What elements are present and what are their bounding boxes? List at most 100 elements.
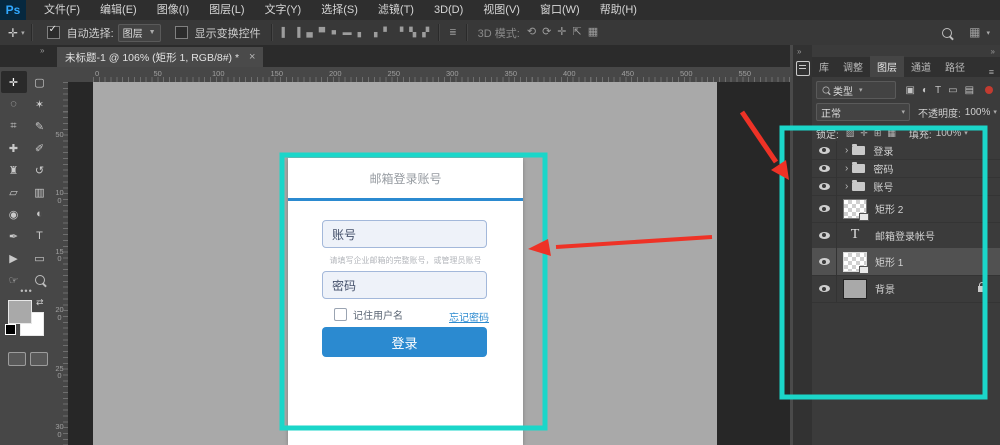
chevron-down-icon[interactable]: ▾ <box>993 108 997 116</box>
layer-row-矩形 1[interactable]: 矩形 1 <box>812 248 1000 276</box>
3d-mode-icon-3[interactable]: ⇱ <box>573 21 582 44</box>
layer-row-登录[interactable]: ›登录 <box>812 141 1000 160</box>
visibility-cell[interactable] <box>812 248 837 275</box>
align-icon-9[interactable]: ▝ <box>396 21 403 44</box>
text-layer-icon[interactable]: T <box>843 227 867 243</box>
gradient-tool[interactable]: ▥ <box>27 181 53 203</box>
filter-type-dropdown[interactable]: 类型 ▾ <box>816 81 896 99</box>
menu-item-7[interactable]: 3D(D) <box>424 0 473 20</box>
menu-item-2[interactable]: 图像(I) <box>147 0 199 20</box>
visibility-cell[interactable] <box>812 159 837 177</box>
menu-item-0[interactable]: 文件(F) <box>34 0 90 20</box>
workspace-icon[interactable]: ▦ <box>969 21 980 44</box>
visibility-cell[interactable] <box>812 275 837 302</box>
eye-icon[interactable] <box>819 147 830 154</box>
menu-item-10[interactable]: 帮助(H) <box>590 0 647 20</box>
expand-chevron-icon[interactable]: › <box>845 145 848 156</box>
eraser-tool[interactable]: ▱ <box>1 181 27 203</box>
filter-icon-4[interactable]: ▤ <box>965 85 974 96</box>
default-colors-icon[interactable] <box>5 324 16 335</box>
collapse-panel-icon[interactable]: » <box>40 46 44 55</box>
align-icon-3[interactable]: ▀ <box>319 21 325 44</box>
align-icon-7[interactable]: ▗ <box>371 21 378 44</box>
align-icon-2[interactable]: ▄ <box>306 21 312 44</box>
move-tool[interactable]: ✛ <box>1 71 27 93</box>
visibility-cell[interactable] <box>812 141 837 159</box>
panel-tab-库[interactable]: 库 <box>812 56 836 77</box>
3d-mode-icon-2[interactable]: ✛ <box>557 21 566 44</box>
eye-icon[interactable] <box>819 232 830 239</box>
panel-tab-通道[interactable]: 通道 <box>904 56 938 77</box>
lock-icon-3[interactable]: ▦ <box>887 128 896 139</box>
screen-mode-button[interactable] <box>30 352 48 366</box>
align-icon-11[interactable]: ▞ <box>422 21 429 44</box>
foreground-color[interactable] <box>8 300 32 324</box>
healing-brush-tool[interactable]: ✚ <box>1 137 27 159</box>
filter-icon-1[interactable]: ◐ <box>922 85 928 96</box>
eye-icon[interactable] <box>819 258 830 265</box>
align-icon-4[interactable]: ■ <box>331 21 336 44</box>
3d-mode-icon-1[interactable]: ⟳ <box>542 21 551 44</box>
background-thumbnail[interactable] <box>843 279 867 299</box>
lock-icon-0[interactable]: ▨ <box>846 128 855 139</box>
eye-icon[interactable] <box>819 285 830 292</box>
swap-colors-icon[interactable]: ⇄ <box>36 297 44 308</box>
shape-tool[interactable]: ▭ <box>27 247 53 269</box>
clone-stamp-tool[interactable]: ♜ <box>1 159 27 181</box>
layer-row-矩形 2[interactable]: 矩形 2 <box>812 195 1000 223</box>
tools-more[interactable]: ••• <box>0 285 53 297</box>
crop-tool[interactable]: ⌗ <box>1 115 27 137</box>
lasso-tool[interactable]: ◌ <box>1 93 27 115</box>
menu-item-9[interactable]: 窗口(W) <box>530 0 590 20</box>
visibility-cell[interactable] <box>812 222 837 248</box>
opacity-value[interactable]: 100% <box>965 107 991 118</box>
align-icon-5[interactable]: ▬ <box>343 21 352 44</box>
tool-preset-arrow[interactable]: ▾ <box>21 29 25 37</box>
expand-dock-icon[interactable]: » <box>797 47 801 56</box>
menu-item-3[interactable]: 图层(L) <box>199 0 254 20</box>
type-tool[interactable]: T <box>27 225 53 247</box>
eye-icon[interactable] <box>819 205 830 212</box>
filter-icon-0[interactable]: ▣ <box>906 85 915 96</box>
panel-tab-路径[interactable]: 路径 <box>938 56 972 77</box>
layer-row-背景[interactable]: 背景 <box>812 275 1000 303</box>
menu-item-1[interactable]: 编辑(E) <box>90 0 147 20</box>
search-icon[interactable] <box>942 28 952 38</box>
layer-row-密码[interactable]: ›密码 <box>812 159 1000 178</box>
eyedropper-tool[interactable]: ✎ <box>27 115 53 137</box>
panel-tab-图层[interactable]: 图层 <box>870 56 904 77</box>
document-tab[interactable]: 未标题-1 @ 106% (矩形 1, RGB/8#) * × <box>57 47 263 67</box>
distribute-icon[interactable]: ≣ <box>449 21 457 44</box>
pen-tool[interactable]: ✒ <box>1 225 27 247</box>
shape-thumbnail[interactable] <box>843 199 867 219</box>
visibility-cell[interactable] <box>812 177 837 195</box>
expand-chevron-icon[interactable]: › <box>845 163 848 174</box>
panel-tab-menu-icon[interactable]: ≡ <box>989 67 994 77</box>
history-panel-icon[interactable] <box>796 61 810 76</box>
visibility-cell[interactable] <box>812 195 837 222</box>
chevron-down-icon[interactable]: ▾ <box>964 129 968 137</box>
collapse-dock-icon[interactable]: » <box>991 47 995 56</box>
align-icon-1[interactable]: ▐ <box>294 21 300 44</box>
expand-chevron-icon[interactable]: › <box>845 181 848 192</box>
filter-icon-2[interactable]: T <box>935 85 941 96</box>
auto-select-dropdown[interactable]: 图层 ▼ <box>118 24 161 42</box>
brush-tool[interactable]: ✐ <box>27 137 53 159</box>
dodge-tool[interactable]: ◐ <box>27 203 53 225</box>
auto-select-checkbox[interactable] <box>47 26 60 39</box>
align-icon-6[interactable]: ▖ <box>358 21 365 44</box>
document-pane[interactable]: 邮箱登录账号 账号 请填写企业邮箱的完整账号，或管理员账号 密码 记住用户名 忘… <box>68 82 790 445</box>
shape-thumbnail[interactable] <box>843 252 867 272</box>
path-select-tool[interactable]: ▶ <box>1 247 27 269</box>
menu-item-5[interactable]: 选择(S) <box>311 0 368 20</box>
quick-mask-button[interactable] <box>8 352 26 366</box>
lock-icon-2[interactable]: ⊞ <box>874 128 882 139</box>
eye-icon[interactable] <box>819 183 830 190</box>
3d-mode-icon-0[interactable]: ⟲ <box>527 21 536 44</box>
canvas[interactable]: 邮箱登录账号 账号 请填写企业邮箱的完整账号，或管理员账号 密码 记住用户名 忘… <box>93 82 717 445</box>
align-icon-8[interactable]: ▘ <box>383 21 390 44</box>
fill-value[interactable]: 100% <box>936 128 962 139</box>
marquee-tool[interactable]: ▢ <box>27 71 53 93</box>
3d-mode-icon-4[interactable]: ▦ <box>588 21 598 44</box>
show-transform-checkbox[interactable] <box>175 26 188 39</box>
